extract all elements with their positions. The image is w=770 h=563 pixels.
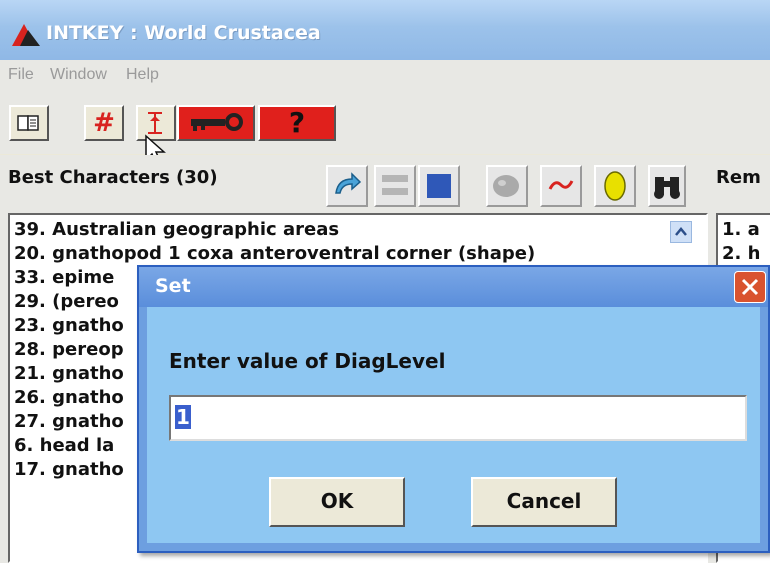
value-input[interactable]: 1 bbox=[169, 395, 747, 441]
oval-icon bbox=[604, 171, 626, 201]
list-item[interactable]: 2. h bbox=[722, 243, 760, 267]
menu-help[interactable]: Help bbox=[126, 66, 159, 84]
menu-window[interactable]: Window bbox=[50, 66, 107, 84]
undo-arrow-icon bbox=[335, 172, 362, 194]
tilde-icon bbox=[548, 180, 574, 190]
key-button[interactable] bbox=[177, 105, 255, 141]
find-button[interactable] bbox=[648, 165, 686, 207]
question-icon: ? bbox=[288, 106, 306, 139]
menu-bar: File Window Help bbox=[0, 60, 770, 94]
list-item[interactable]: 17. gnatho bbox=[14, 459, 124, 483]
list-item[interactable]: 39. Australian geographic areas bbox=[14, 219, 339, 243]
dialog-title: Set bbox=[155, 275, 191, 297]
list-item[interactable]: 27. gnatho bbox=[14, 411, 124, 435]
binoculars-icon bbox=[654, 177, 680, 199]
help-button[interactable]: ? bbox=[258, 105, 336, 141]
app-logo-icon bbox=[12, 24, 40, 46]
title-bar: INTKEY : World Crustacea bbox=[0, 0, 770, 60]
set-dialog: Set Enter value of DiagLevel 1 OK Cancel bbox=[137, 265, 770, 553]
ok-button[interactable]: OK bbox=[269, 477, 405, 527]
book-icon bbox=[17, 115, 39, 131]
undo-button[interactable] bbox=[326, 165, 368, 207]
bars-icon bbox=[382, 175, 408, 195]
list-item[interactable]: 21. gnatho bbox=[14, 363, 124, 387]
book-button[interactable] bbox=[9, 105, 49, 141]
hash-icon: # bbox=[93, 108, 115, 138]
cancel-button[interactable]: Cancel bbox=[471, 477, 617, 527]
list-item[interactable]: 33. epime bbox=[14, 267, 114, 291]
hash-button[interactable]: # bbox=[84, 105, 124, 141]
blob-icon bbox=[493, 175, 519, 197]
square-icon bbox=[427, 174, 451, 198]
grey-blob-button[interactable] bbox=[486, 165, 528, 207]
dialog-prompt: Enter value of DiagLevel bbox=[169, 349, 446, 373]
chevron-up-icon bbox=[675, 227, 687, 236]
separator-button[interactable] bbox=[374, 165, 416, 207]
close-button[interactable] bbox=[734, 271, 766, 303]
window-title: INTKEY : World Crustacea bbox=[46, 22, 321, 44]
best-characters-title: Best Characters (30) bbox=[8, 167, 218, 188]
menu-file[interactable]: File bbox=[8, 66, 34, 84]
yellow-oval-button[interactable] bbox=[594, 165, 636, 207]
list-item[interactable]: 1. a bbox=[722, 219, 760, 243]
input-value: 1 bbox=[175, 405, 191, 429]
remaining-title: Rem bbox=[716, 167, 761, 188]
list-item[interactable]: 23. gnatho bbox=[14, 315, 124, 339]
list-item[interactable]: 28. pereop bbox=[14, 339, 124, 363]
scroll-up-button[interactable] bbox=[670, 221, 692, 243]
blue-square-button[interactable] bbox=[418, 165, 460, 207]
key-icon bbox=[191, 113, 243, 131]
list-item[interactable]: 20. gnathopod 1 coxa anteroventral corne… bbox=[14, 243, 535, 267]
dialog-body: Enter value of DiagLevel 1 OK Cancel bbox=[147, 307, 760, 543]
list-item[interactable]: 6. head la bbox=[14, 435, 114, 459]
dialog-title-bar: Set bbox=[139, 267, 768, 307]
tilde-button[interactable] bbox=[540, 165, 582, 207]
list-item[interactable]: 29. (pereo bbox=[14, 291, 119, 315]
list-item[interactable]: 26. gnatho bbox=[14, 387, 124, 411]
close-icon bbox=[741, 278, 759, 296]
toolbar: # ? bbox=[0, 94, 770, 167]
